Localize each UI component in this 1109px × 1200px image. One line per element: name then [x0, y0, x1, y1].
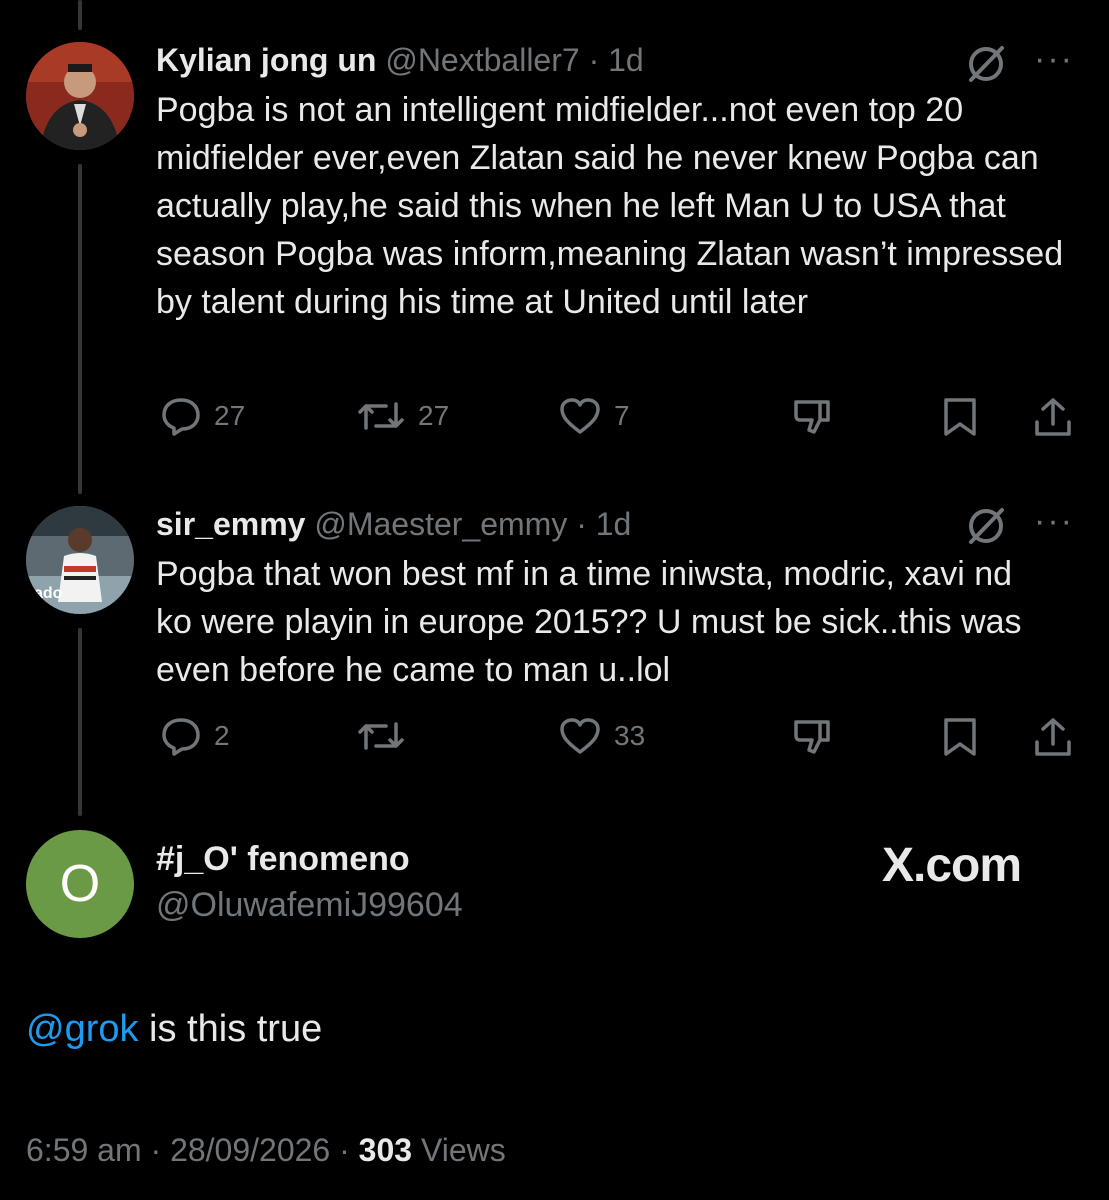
reply-button[interactable]: 2 [160, 716, 230, 756]
tweet-header: Kylian jong un @Nextballer7 · 1d [156, 42, 644, 79]
dislike-icon [794, 720, 830, 754]
tweet-actions: 27 27 7 [160, 396, 1080, 436]
tweet-body: is this true [138, 1008, 323, 1050]
display-name[interactable]: sir_emmy [156, 506, 305, 542]
tweet-date[interactable]: 28/09/2026 [170, 1132, 330, 1168]
avatar-letter: O [59, 855, 101, 913]
repost-icon [358, 402, 404, 430]
avatar[interactable] [26, 42, 134, 150]
repost-count: 27 [418, 400, 450, 431]
share-button[interactable] [1032, 396, 1074, 438]
timestamp[interactable]: · 1d [576, 506, 631, 542]
reply-button[interactable]: 27 [160, 396, 245, 436]
tweet-text: Pogba that won best mf in a time iniwsta… [156, 555, 1022, 689]
reply-icon [162, 398, 200, 436]
username[interactable]: @Nextballer7 [385, 42, 579, 78]
repost-button[interactable] [356, 716, 418, 756]
grok-icon[interactable] [964, 42, 1008, 86]
dislike-icon [794, 400, 830, 434]
share-button[interactable] [1032, 716, 1074, 758]
like-button[interactable]: 33 [558, 716, 645, 756]
like-icon [560, 718, 600, 754]
bookmark-icon [944, 718, 976, 756]
repost-icon [358, 722, 404, 750]
svg-text:ado: ado [34, 585, 63, 602]
thread-line-2 [78, 628, 82, 816]
avatar[interactable]: ado [26, 506, 134, 614]
display-name[interactable]: Kylian jong un [156, 42, 376, 78]
dislike-button[interactable] [792, 396, 836, 436]
tweet-text: Pogba is not an intelligent midfielder..… [156, 91, 1064, 321]
views-label: Views [420, 1132, 506, 1168]
username[interactable]: @Maester_emmy [314, 506, 567, 542]
repost-button[interactable]: 27 [356, 396, 449, 436]
bookmark-button[interactable] [940, 716, 980, 758]
like-count: 33 [614, 720, 646, 751]
timestamp[interactable]: · 1d [589, 42, 644, 78]
like-count: 7 [614, 400, 630, 431]
tweet-header: sir_emmy @Maester_emmy · 1d [156, 506, 631, 543]
like-button[interactable]: 7 [558, 396, 630, 436]
x-logo-watermark: X.com [882, 839, 1022, 892]
view-count: 303 [358, 1132, 413, 1168]
display-name[interactable]: #j_O' fenomeno [156, 840, 410, 879]
thread-line-top [78, 0, 82, 30]
share-icon [1035, 718, 1071, 756]
reply-count: 27 [214, 400, 246, 431]
dislike-button[interactable] [792, 716, 836, 756]
thread-line-1 [78, 164, 82, 494]
reply-icon [162, 718, 200, 756]
tweet-text: @grok is this true [26, 1008, 322, 1051]
reply-count: 2 [214, 720, 230, 751]
username[interactable]: @OluwafemiJ99604 [156, 886, 463, 925]
avatar[interactable]: O [26, 830, 134, 938]
share-icon [1035, 398, 1071, 436]
tweet-actions: 2 33 [160, 716, 1080, 756]
more-options-button[interactable]: ··· [1034, 502, 1074, 541]
mention-link[interactable]: @grok [26, 1008, 139, 1050]
grok-icon[interactable] [964, 504, 1008, 548]
bookmark-button[interactable] [940, 396, 980, 438]
bookmark-icon [944, 398, 976, 436]
more-options-button[interactable]: ··· [1034, 40, 1074, 79]
like-icon [560, 398, 600, 434]
tweet-meta: 6:59 am · 28/09/2026 · 303 Views [26, 1132, 506, 1168]
tweet-time[interactable]: 6:59 am [26, 1132, 142, 1168]
